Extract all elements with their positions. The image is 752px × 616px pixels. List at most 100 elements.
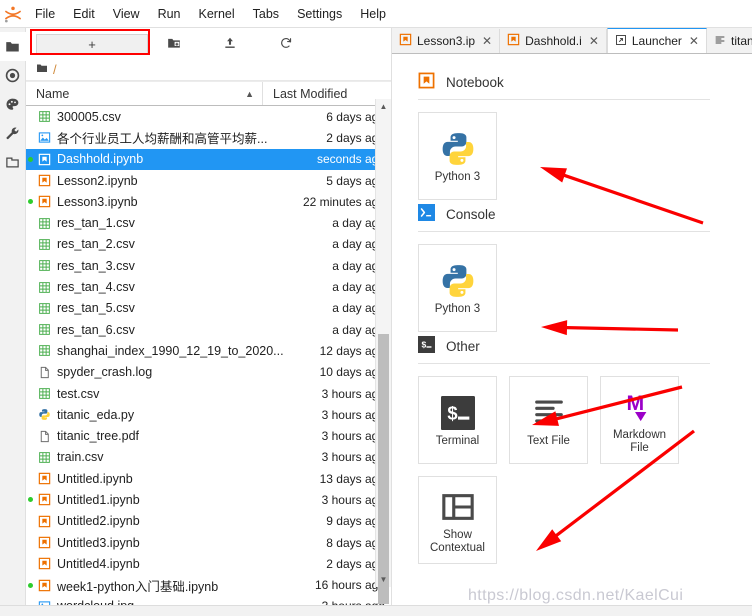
status-bar — [0, 605, 752, 616]
file-modified: 16 hours ago — [314, 578, 385, 593]
file-name: Lesson3.ipynb — [57, 194, 138, 209]
scroll-down-arrow-icon[interactable]: ▼ — [376, 572, 391, 587]
jupyter-logo-icon — [0, 1, 26, 27]
main-area: Lesson3.ip ✕ Dashhold.i ✕ Launcher ✕ titani… — [392, 28, 752, 605]
file-row[interactable]: Untitled2.ipynb 9 days ago — [26, 511, 391, 532]
file-name: res_tan_3.csv — [57, 258, 135, 273]
new-folder-icon[interactable] — [146, 32, 202, 54]
sidebar-item-commands-palette[interactable] — [0, 90, 25, 119]
running-indicator-dot — [26, 497, 35, 503]
file-row[interactable]: Dashhold.ipynb seconds ago — [26, 148, 391, 170]
column-header-name-wrap[interactable]: Name ▲ — [26, 87, 262, 101]
file-row[interactable]: res_tan_1.csv a day ago — [26, 212, 391, 233]
sidebar-item-file-browser[interactable] — [0, 32, 26, 61]
file-row[interactable]: res_tan_2.csv a day ago — [26, 234, 391, 255]
tab-dashhold-i[interactable]: Dashhold.i ✕ — [500, 29, 607, 53]
launcher-card-show-contextual[interactable]: Show Contextual — [418, 476, 497, 564]
file-icon — [35, 366, 54, 379]
file-row[interactable]: res_tan_4.csv a day ago — [26, 276, 391, 297]
menu-item-view[interactable]: View — [104, 4, 149, 24]
file-row[interactable]: Lesson2.ipynb 5 days ago — [26, 170, 391, 191]
menu-item-tabs[interactable]: Tabs — [244, 4, 288, 24]
file-name: res_tan_1.csv — [57, 216, 135, 231]
menu-item-settings[interactable]: Settings — [288, 4, 351, 24]
menu-item-edit[interactable]: Edit — [64, 4, 104, 24]
launcher-panel: Notebook Python 3 Console Python 3 $ Oth… — [392, 54, 752, 605]
tab-label: titanic_ — [730, 34, 752, 48]
file-row[interactable]: 300005.csv 6 days ago — [26, 106, 391, 127]
launcher-card-label: Python 3 — [434, 171, 481, 184]
menu-item-run[interactable]: Run — [149, 4, 190, 24]
upload-icon[interactable] — [202, 32, 258, 54]
file-list-scrollbar[interactable]: ▲ ▼ — [375, 99, 391, 604]
launcher-section-console: Console Python 3 — [418, 204, 752, 332]
sidebar-item-open-tabs[interactable] — [0, 148, 25, 177]
file-row[interactable]: res_tan_5.csv a day ago — [26, 298, 391, 319]
column-header-last-modified[interactable]: Last Modified — [262, 82, 391, 105]
close-icon[interactable]: ✕ — [482, 34, 492, 48]
launcher-card-python-3[interactable]: Python 3 — [418, 244, 497, 332]
folder-icon[interactable] — [36, 62, 48, 77]
file-name: res_tan_2.csv — [57, 237, 135, 252]
launcher-card-label: Text File — [527, 435, 570, 448]
file-row[interactable]: Untitled1.ipynb 3 hours ago — [26, 489, 391, 510]
notebook-icon — [35, 493, 54, 506]
refresh-icon[interactable] — [258, 32, 314, 54]
image-icon — [35, 600, 54, 605]
file-list[interactable]: 300005.csv 6 days ago 各个行业员工人均薪酬和高管平均薪...… — [26, 106, 391, 605]
menu-item-file[interactable]: File — [26, 4, 64, 24]
file-row[interactable]: titanic_eda.py 3 hours ago — [26, 404, 391, 425]
breadcrumb-path[interactable]: / — [53, 62, 57, 77]
section-divider — [418, 231, 710, 232]
scroll-up-arrow-icon[interactable]: ▲ — [376, 99, 391, 114]
file-row[interactable]: train.csv 3 hours ago — [26, 447, 391, 468]
file-row[interactable]: titanic_tree.pdf 3 hours ago — [26, 425, 391, 446]
launcher-card-label: Show Contextual — [430, 528, 485, 554]
file-row[interactable]: res_tan_6.csv a day ago — [26, 319, 391, 340]
launcher-card-python-3[interactable]: Python 3 — [418, 112, 497, 200]
new-launcher-button[interactable]: + — [36, 34, 148, 54]
launcher-card-label: Markdown File — [612, 428, 667, 454]
file-row[interactable]: Untitled4.ipynb 2 days ago — [26, 553, 391, 574]
file-name: 300005.csv — [57, 109, 121, 124]
csv-icon — [35, 238, 54, 251]
file-row[interactable]: week1-python入门基础.ipynb 16 hours ago — [26, 575, 391, 596]
scrollbar-thumb[interactable] — [378, 334, 389, 604]
file-row[interactable]: spyder_crash.log 10 days ago — [26, 362, 391, 383]
file-row[interactable]: shanghai_index_1990_12_19_to_2020... 12 d… — [26, 340, 391, 361]
file-row[interactable]: res_tan_3.csv a day ago — [26, 255, 391, 276]
launcher-card-label: Terminal — [435, 435, 480, 448]
breadcrumb: / — [26, 58, 391, 81]
close-icon[interactable]: ✕ — [689, 34, 699, 48]
file-modified: 13 days ago — [319, 471, 385, 486]
sidebar-item-running-sessions[interactable] — [0, 61, 25, 90]
close-icon[interactable]: ✕ — [589, 34, 599, 48]
activity-bar — [0, 28, 26, 605]
file-modified: 10 days ago — [319, 365, 385, 380]
menu-item-kernel[interactable]: Kernel — [190, 4, 244, 24]
jupyterlab-window: File Edit View Run Kernel Tabs Settings … — [0, 0, 752, 616]
terminal-icon: $ — [440, 391, 475, 435]
menu-item-help[interactable]: Help — [351, 4, 395, 24]
file-browser-toolbar: + — [26, 28, 391, 58]
notebook-icon — [35, 153, 54, 166]
launcher-card-markdown-file[interactable]: M Markdown File — [600, 376, 679, 464]
tab-launcher[interactable]: Launcher ✕ — [606, 28, 707, 53]
sidebar-item-property-inspector[interactable] — [0, 119, 25, 148]
notebook-icon — [399, 33, 412, 49]
image-icon — [35, 131, 54, 144]
file-row[interactable]: Untitled.ipynb 13 days ago — [26, 468, 391, 489]
tab-titanic[interactable]: titanic_ — [706, 29, 752, 53]
notebook-icon — [35, 536, 54, 549]
tab-bar[interactable]: Lesson3.ip ✕ Dashhold.i ✕ Launcher ✕ titani… — [392, 28, 752, 54]
tab-lesson3-ip[interactable]: Lesson3.ip ✕ — [392, 29, 501, 53]
launcher-card-text-file[interactable]: Text File — [509, 376, 588, 464]
launcher-card-terminal[interactable]: $ Terminal — [418, 376, 497, 464]
file-row[interactable]: 各个行业员工人均薪酬和高管平均薪... 2 days ago — [26, 127, 391, 148]
file-row[interactable]: Lesson3.ipynb 22 minutes ago — [26, 191, 391, 212]
launcher-section-other: $ Other $ Terminal Text File M Markdown … — [418, 336, 752, 564]
file-row[interactable]: Untitled3.ipynb 8 days ago — [26, 532, 391, 553]
file-row[interactable]: wordcloud.jpg3 hours ago — [26, 596, 391, 605]
file-row[interactable]: test.csv 3 hours ago — [26, 383, 391, 404]
launcher-card-grid: $ Terminal Text File M Markdown File Sho… — [418, 376, 718, 564]
